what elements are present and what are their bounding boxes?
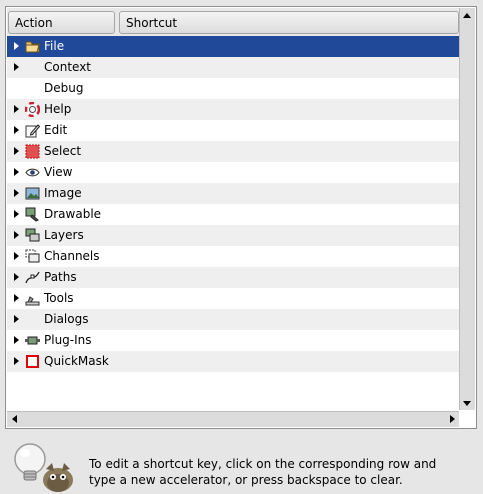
- tree-row-label: Image: [44, 186, 82, 200]
- image-icon: [25, 186, 40, 201]
- tree-row-debug[interactable]: Debug: [7, 78, 459, 99]
- expander-arrow-icon[interactable]: [12, 162, 22, 183]
- tree-row-label: View: [44, 165, 73, 179]
- horizontal-scrollbar[interactable]: [7, 411, 459, 427]
- expander-arrow-icon[interactable]: [12, 99, 22, 120]
- tree-row-label: Plug-Ins: [44, 333, 92, 347]
- tree-row-view[interactable]: View: [7, 162, 459, 183]
- expander-arrow-icon[interactable]: [12, 120, 22, 141]
- expander-arrow-icon[interactable]: [12, 267, 22, 288]
- tree-row-file[interactable]: File: [7, 36, 459, 57]
- tree-row-label: QuickMask: [44, 354, 109, 368]
- tree-row-label: Select: [44, 144, 82, 158]
- tree-row-layers[interactable]: Layers: [7, 225, 459, 246]
- expander-arrow-icon[interactable]: [12, 57, 22, 78]
- expander-arrow-icon[interactable]: [12, 36, 22, 57]
- folder-icon: [25, 39, 40, 54]
- scroll-up-button[interactable]: [460, 8, 474, 22]
- tree-row-label: File: [44, 39, 65, 53]
- tree-row-select[interactable]: Select: [7, 141, 459, 162]
- quickmask-icon: [25, 354, 40, 369]
- help-lifebuoy-icon: [24, 101, 41, 118]
- action-tree-list[interactable]: File Context Debug Help Edit Select View Image D…: [7, 36, 459, 410]
- expander-arrow-icon[interactable]: [12, 204, 22, 225]
- tree-row-tools[interactable]: Tools: [7, 288, 459, 309]
- expander-arrow-icon[interactable]: [12, 183, 22, 204]
- tree-row-label: Debug: [44, 81, 84, 95]
- tree-row-paths[interactable]: Paths: [7, 267, 459, 288]
- shortcut-column-header[interactable]: Shortcut: [119, 11, 459, 34]
- shortcut-tree-panel: Action Shortcut File Context Debug Help Edit…: [5, 6, 477, 429]
- hint-line-2: type a new accelerator, or press backspa…: [89, 473, 403, 487]
- tree-row-label: Help: [44, 102, 72, 116]
- tree-row-quickmask[interactable]: QuickMask: [7, 351, 459, 372]
- wilber-hint-icon: [14, 443, 73, 492]
- expander-arrow-icon[interactable]: [12, 330, 22, 351]
- tree-row-help[interactable]: Help: [7, 99, 459, 120]
- expander-arrow-icon[interactable]: [12, 141, 22, 162]
- tree-row-label: Drawable: [44, 207, 102, 221]
- layers-icon: [25, 228, 40, 243]
- tree-row-label: Edit: [44, 123, 68, 137]
- vertical-scrollbar[interactable]: [459, 8, 475, 410]
- expander-arrow-icon[interactable]: [12, 309, 22, 330]
- expander-arrow-icon[interactable]: [12, 246, 22, 267]
- tools-icon: [25, 291, 40, 306]
- tree-row-label: Context: [44, 60, 92, 74]
- expander-arrow-icon[interactable]: [12, 225, 22, 246]
- drawable-icon: [25, 207, 40, 222]
- expander-arrow-icon[interactable]: [12, 351, 22, 372]
- tree-row-label: Channels: [44, 249, 100, 263]
- tree-row-label: Paths: [44, 270, 77, 284]
- tree-row-label: Tools: [44, 291, 74, 305]
- tree-row-label: Layers: [44, 228, 84, 242]
- scroll-down-button[interactable]: [460, 396, 474, 410]
- selection-icon: [25, 144, 40, 159]
- edit-pencil-icon: [25, 123, 41, 138]
- column-header-bar: Action Shortcut: [7, 8, 459, 36]
- plugin-icon: [25, 333, 40, 348]
- scroll-left-button[interactable]: [7, 412, 21, 426]
- tree-row-image[interactable]: Image: [7, 183, 459, 204]
- tree-row-plug-ins[interactable]: Plug-Ins: [7, 330, 459, 351]
- scroll-right-button[interactable]: [445, 412, 459, 426]
- channels-icon: [25, 249, 40, 264]
- tree-row-label: Dialogs: [44, 312, 89, 326]
- tree-row-channels[interactable]: Channels: [7, 246, 459, 267]
- expander-arrow-icon[interactable]: [12, 288, 22, 309]
- hint-line-1: To edit a shortcut key, click on the cor…: [89, 457, 437, 471]
- action-column-header[interactable]: Action: [8, 11, 115, 34]
- eye-icon: [25, 165, 40, 180]
- tree-row-context[interactable]: Context: [7, 57, 459, 78]
- paths-icon: [25, 270, 40, 285]
- tree-row-edit[interactable]: Edit: [7, 120, 459, 141]
- shortcut-edit-hint: To edit a shortcut key, click on the cor…: [89, 456, 469, 488]
- tree-row-drawable[interactable]: Drawable: [7, 204, 459, 225]
- tree-row-dialogs[interactable]: Dialogs: [7, 309, 459, 330]
